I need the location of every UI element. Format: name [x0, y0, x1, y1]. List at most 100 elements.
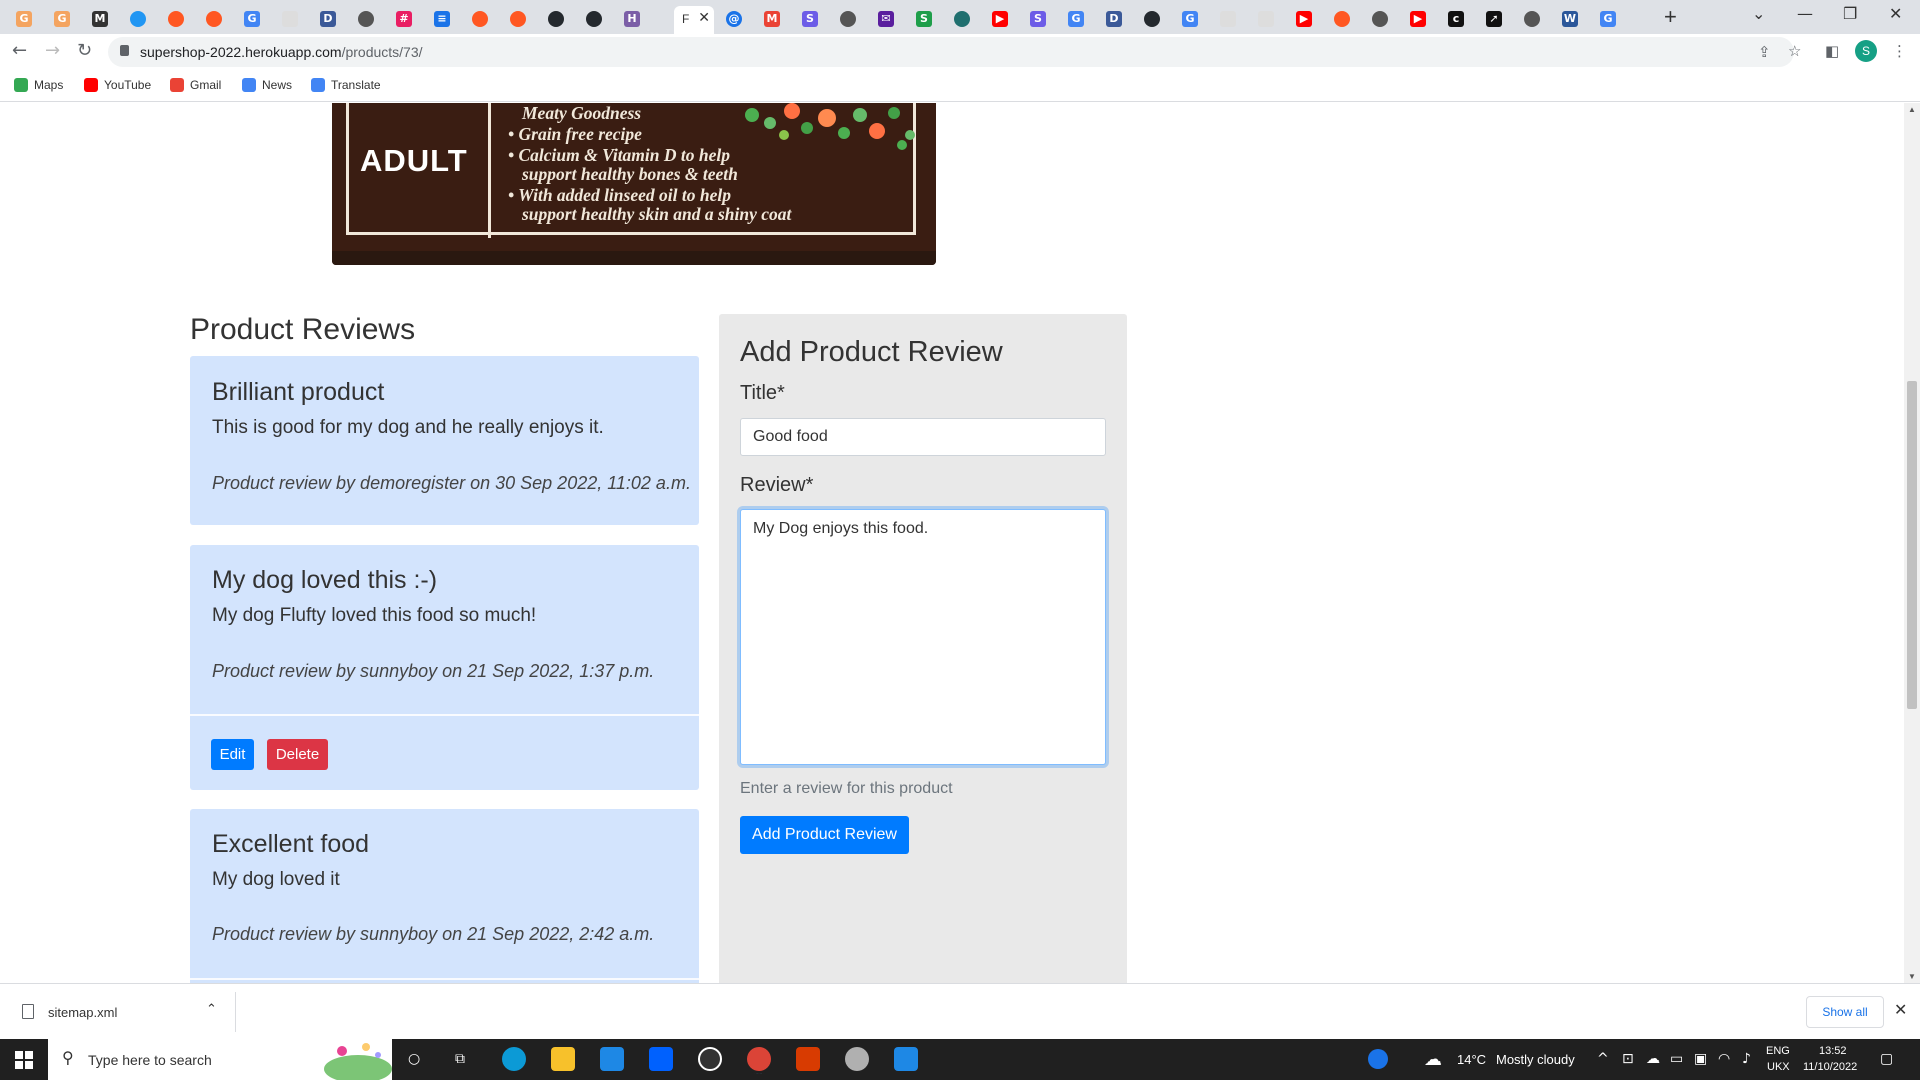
browser-tab-active[interactable]: F ✕ — [674, 6, 714, 34]
weather-temp[interactable]: 14°C — [1457, 1052, 1486, 1067]
browser-tab[interactable]: ▶ — [982, 6, 1016, 34]
browser-tab[interactable]: G — [1058, 6, 1092, 34]
chrome-icon[interactable] — [747, 1047, 771, 1071]
browser-tab[interactable]: S — [906, 6, 940, 34]
volume-icon[interactable]: ♪ — [1742, 1051, 1751, 1067]
browser-tab[interactable] — [830, 6, 864, 34]
task-view-icon[interactable]: ⧉ — [455, 1051, 465, 1067]
clock-time[interactable]: 13:52 — [1819, 1045, 1847, 1057]
wifi-icon[interactable]: ◠ — [1718, 1051, 1730, 1067]
restore-icon[interactable]: ❐ — [1843, 4, 1857, 23]
edge-icon[interactable] — [502, 1047, 526, 1071]
review-title-input[interactable] — [740, 418, 1106, 456]
profile-avatar[interactable]: S — [1855, 40, 1877, 62]
bookmark-maps[interactable]: Maps — [14, 78, 63, 92]
browser-tab[interactable]: G — [44, 6, 78, 34]
browser-tab[interactable]: M — [754, 6, 788, 34]
browser-tab[interactable] — [158, 6, 192, 34]
bookmark-gmail[interactable]: Gmail — [170, 78, 221, 92]
browser-tab[interactable] — [538, 6, 572, 34]
clock-date[interactable]: 11/10/2022 — [1803, 1061, 1857, 1073]
taskbar-search-box[interactable]: ⚲ Type here to search — [48, 1039, 392, 1080]
browser-tab[interactable]: S — [792, 6, 826, 34]
onedrive-icon[interactable]: ☁ — [1646, 1051, 1660, 1067]
mail-icon[interactable] — [600, 1047, 624, 1071]
download-file-name[interactable]: sitemap.xml — [48, 1005, 117, 1020]
close-tab-icon[interactable]: ✕ — [698, 9, 710, 26]
scrollbar-thumb[interactable] — [1907, 381, 1917, 709]
help-icon[interactable] — [1368, 1049, 1388, 1069]
browser-tab[interactable] — [1210, 6, 1244, 34]
display-icon[interactable]: ▣ — [1694, 1051, 1707, 1067]
address-bar[interactable]: supershop-2022.herokuapp.com/products/73… — [108, 37, 1801, 67]
browser-tab[interactable]: ≡ — [424, 6, 458, 34]
new-tab-icon[interactable]: + — [1664, 6, 1677, 28]
review-textarea[interactable]: My Dog enjoys this food. — [740, 509, 1106, 765]
scroll-down-arrow-icon[interactable]: ▼ — [1908, 972, 1916, 981]
browser-tab[interactable]: ✉ — [868, 6, 902, 34]
browser-tab[interactable] — [348, 6, 382, 34]
menu-kebab-icon[interactable]: ⋮ — [1892, 42, 1907, 60]
app-icon[interactable] — [698, 1047, 722, 1071]
battery-icon[interactable]: ▭ — [1670, 1051, 1683, 1067]
browser-tab[interactable]: W — [1552, 6, 1586, 34]
delete-review-button[interactable]: Delete — [267, 739, 328, 770]
browser-tab[interactable]: G — [234, 6, 268, 34]
dropbox-icon[interactable] — [649, 1047, 673, 1071]
browser-tab[interactable] — [1248, 6, 1282, 34]
app-icon[interactable] — [845, 1047, 869, 1071]
office-icon[interactable] — [796, 1047, 820, 1071]
browser-tab[interactable] — [120, 6, 154, 34]
bookmark-youtube[interactable]: YouTube — [84, 78, 151, 92]
forward-arrow-icon[interactable]: → — [45, 40, 60, 61]
browser-tab[interactable] — [500, 6, 534, 34]
browser-tab[interactable] — [1362, 6, 1396, 34]
scroll-up-arrow-icon[interactable]: ▲ — [1908, 105, 1916, 114]
reload-icon[interactable]: ↻ — [77, 40, 92, 61]
add-product-review-button[interactable]: Add Product Review — [740, 816, 909, 854]
browser-tab[interactable]: c — [1438, 6, 1472, 34]
photos-icon[interactable] — [894, 1047, 918, 1071]
browser-tab[interactable] — [462, 6, 496, 34]
browser-tab[interactable]: S — [1020, 6, 1054, 34]
browser-tab[interactable]: @ — [716, 6, 750, 34]
browser-tab[interactable] — [1324, 6, 1358, 34]
windows-start-icon[interactable] — [15, 1051, 33, 1069]
back-arrow-icon[interactable]: ← — [12, 40, 27, 61]
chevron-up-icon[interactable]: ⌃ — [206, 1002, 217, 1017]
show-all-downloads-button[interactable]: Show all — [1806, 996, 1884, 1028]
browser-tab[interactable]: # — [386, 6, 420, 34]
browser-tab[interactable]: G — [6, 6, 40, 34]
edit-review-button[interactable]: Edit — [211, 739, 254, 770]
language-code[interactable]: ENG — [1766, 1045, 1790, 1057]
share-icon[interactable]: ⇪ — [1758, 43, 1771, 61]
browser-tab[interactable]: ➚ — [1476, 6, 1510, 34]
bookmark-translate[interactable]: Translate — [311, 78, 381, 92]
browser-tab[interactable] — [576, 6, 610, 34]
side-panel-icon[interactable]: ◧ — [1825, 42, 1839, 60]
browser-tab[interactable]: D — [1096, 6, 1130, 34]
chevron-up-icon[interactable]: ^ — [1597, 1051, 1609, 1067]
network-icon[interactable]: ⊡ — [1622, 1051, 1634, 1067]
tab-search-chevron-icon[interactable]: ⌄ — [1752, 4, 1765, 23]
browser-tab[interactable] — [1134, 6, 1168, 34]
keyboard-layout[interactable]: UKX — [1767, 1061, 1790, 1073]
close-downloads-icon[interactable]: ✕ — [1894, 1000, 1907, 1019]
browser-tab[interactable] — [272, 6, 306, 34]
browser-tab[interactable]: M — [82, 6, 116, 34]
browser-tab[interactable]: ▶ — [1286, 6, 1320, 34]
browser-tab[interactable]: ▶ — [1400, 6, 1434, 34]
page-scrollbar[interactable]: ▲ ▼ — [1904, 103, 1920, 983]
browser-tab[interactable]: G — [1172, 6, 1206, 34]
cortana-icon[interactable]: ○ — [408, 1051, 420, 1067]
file-explorer-icon[interactable] — [551, 1047, 575, 1071]
browser-tab[interactable] — [944, 6, 978, 34]
notifications-icon[interactable]: ▢ — [1880, 1051, 1893, 1067]
browser-tab[interactable] — [1514, 6, 1548, 34]
bookmark-star-icon[interactable]: ☆ — [1788, 42, 1801, 60]
minimize-icon[interactable]: — — [1797, 4, 1813, 23]
bookmark-news[interactable]: News — [242, 78, 292, 92]
weather-text[interactable]: Mostly cloudy — [1496, 1052, 1575, 1067]
browser-tab[interactable]: D — [310, 6, 344, 34]
browser-tab[interactable]: H — [614, 6, 648, 34]
